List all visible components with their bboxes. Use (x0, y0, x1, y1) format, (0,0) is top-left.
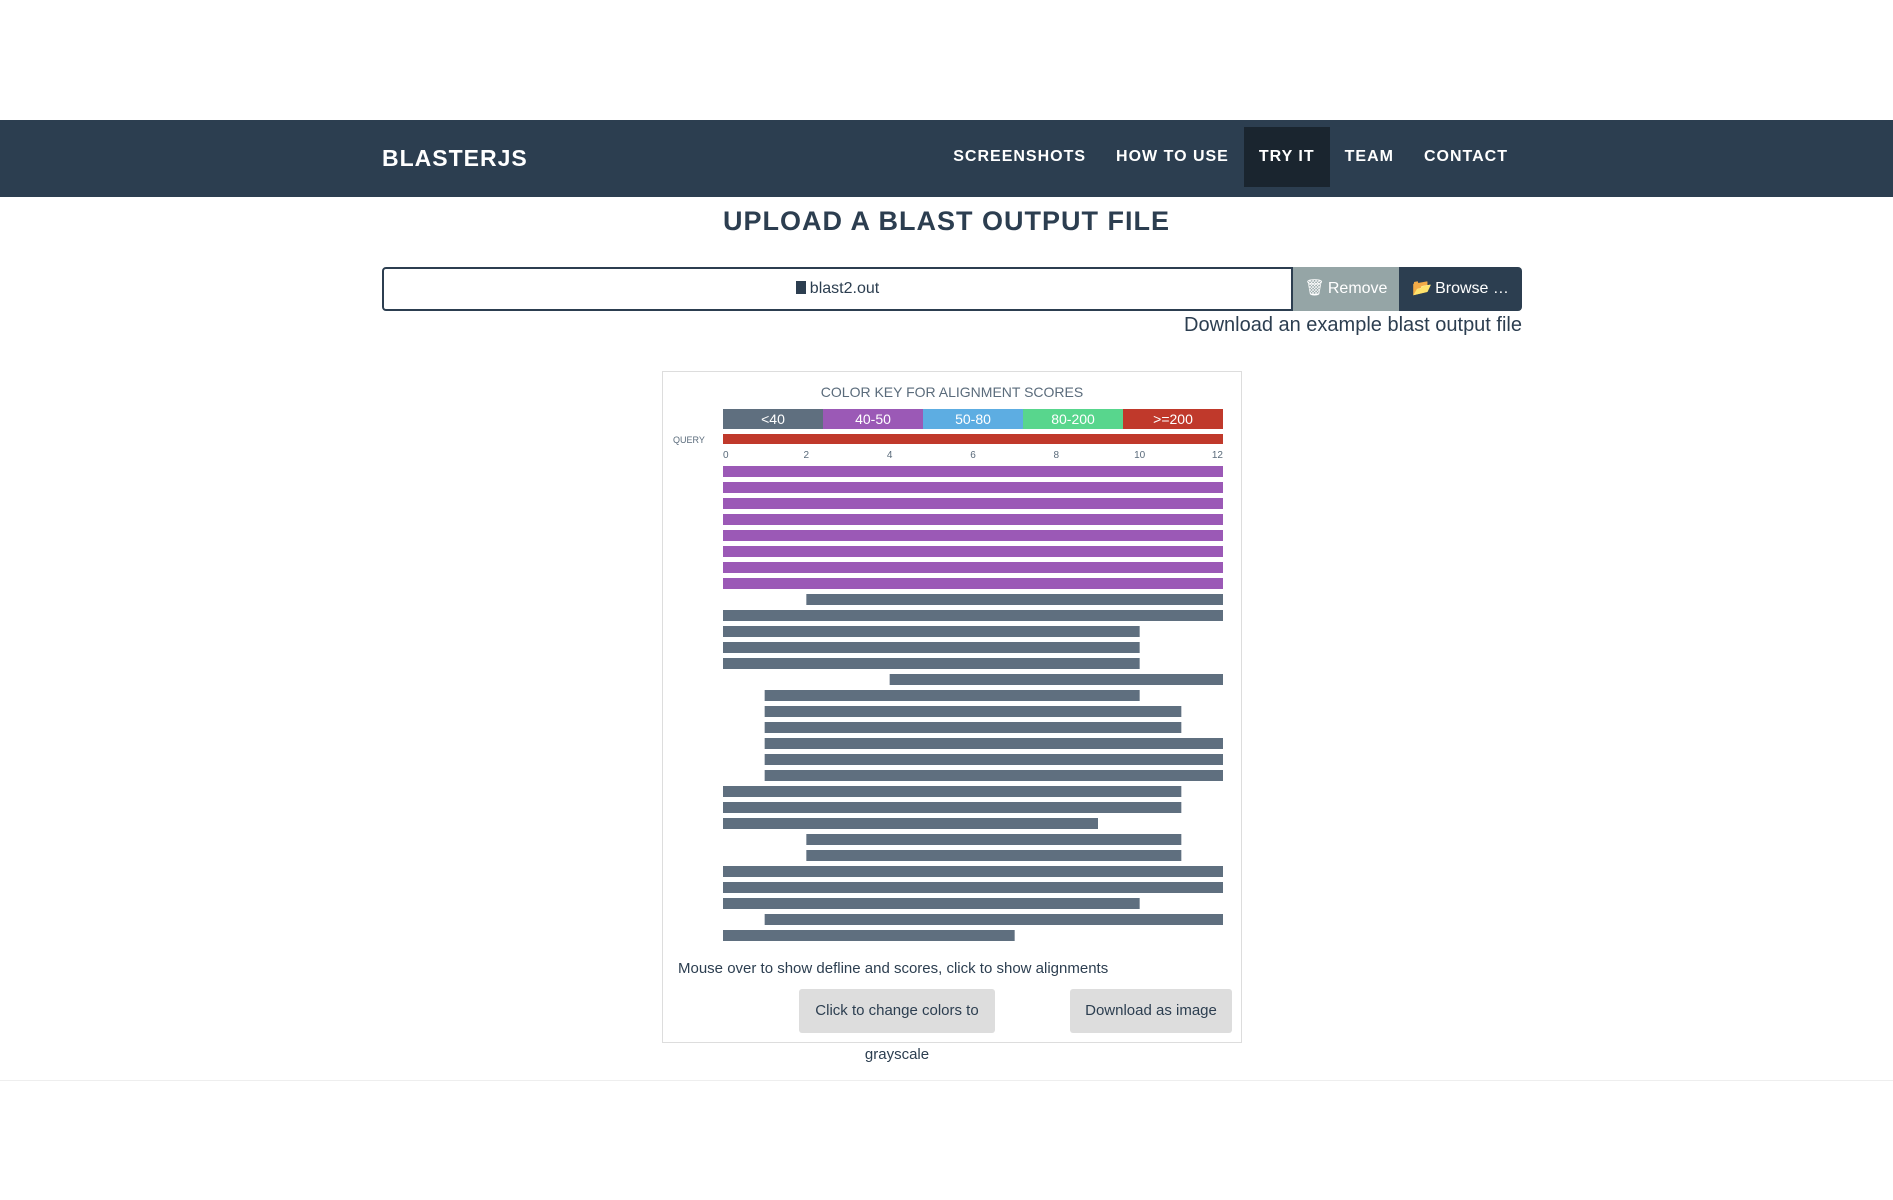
hit-bar[interactable] (723, 930, 1015, 941)
browse-button[interactable]: 📂 Browse … (1399, 267, 1522, 311)
x-tick-label: 4 (887, 450, 893, 461)
hit-bar[interactable] (723, 658, 1140, 669)
hit-bar[interactable] (723, 818, 1098, 829)
hit-bar[interactable] (723, 530, 1223, 541)
x-tick-label: 10 (1134, 450, 1146, 461)
hit-bar[interactable] (723, 626, 1140, 637)
hit-bar[interactable] (764, 722, 1182, 733)
hit-bar[interactable] (723, 802, 1182, 813)
x-tick-label: 2 (804, 450, 810, 461)
nav-contact[interactable]: CONTACT (1409, 127, 1523, 187)
hit-bar[interactable] (764, 914, 1223, 925)
nav-try-it[interactable]: TRY IT (1243, 127, 1330, 187)
file-name-field[interactable]: blast2.out (382, 267, 1293, 311)
color-key-label: >=200 (1153, 411, 1193, 427)
hit-bar[interactable] (723, 498, 1223, 509)
hit-bar[interactable] (723, 546, 1223, 557)
x-tick-label: 6 (970, 450, 976, 461)
hit-bar[interactable] (723, 562, 1223, 573)
x-tick-label: 0 (723, 450, 729, 461)
hit-bar[interactable] (806, 850, 1182, 861)
nav-how-to-use[interactable]: HOW TO USE (1101, 127, 1244, 187)
color-key-label: 50-80 (955, 411, 991, 427)
brand-logo[interactable]: BLASTERJS (382, 145, 528, 172)
hit-bar[interactable] (723, 578, 1223, 589)
hit-bar[interactable] (723, 786, 1182, 797)
alignment-chart[interactable]: COLOR KEY FOR ALIGNMENT SCORES <40 40-50 50… (663, 372, 1241, 982)
hit-bar[interactable] (806, 594, 1223, 605)
query-bar (723, 434, 1223, 444)
page-title: UPLOAD A BLAST OUTPUT FILE (723, 206, 1170, 236)
nav-team[interactable]: TEAM (1330, 127, 1409, 187)
browse-label: Browse … (1435, 280, 1509, 297)
hit-bar[interactable] (723, 642, 1140, 653)
hit-bar[interactable] (723, 466, 1223, 477)
trash-icon: 🗑 (1304, 280, 1325, 297)
nav-links: SCREENSHOTS HOW TO USE TRY IT TEAM CONTA… (938, 127, 1523, 187)
download-image-button[interactable]: Download as image (1070, 989, 1232, 1033)
download-example-link[interactable]: Download an example blast output file (1184, 314, 1522, 337)
alignment-panel: COLOR KEY FOR ALIGNMENT SCORES <40 40-50 50… (662, 371, 1242, 1063)
file-name: blast2.out (809, 280, 880, 297)
hit-bar[interactable] (764, 690, 1140, 701)
folder-open-icon: 📂 (1412, 280, 1433, 297)
hit-bar[interactable] (723, 882, 1223, 893)
hit-bar[interactable] (723, 482, 1223, 493)
navbar: BLASTERJS SCREENSHOTS HOW TO USE TRY IT … (0, 120, 1893, 197)
grayscale-button[interactable]: Click to change colors to grayscale (799, 989, 995, 1063)
hit-bar[interactable] (723, 866, 1223, 877)
hit-bar[interactable] (764, 770, 1223, 781)
file-icon (795, 281, 806, 294)
hit-bar[interactable] (723, 610, 1223, 621)
nav-screenshots[interactable]: SCREENSHOTS (938, 127, 1101, 187)
x-tick-label: 12 (1212, 450, 1224, 461)
color-key-label: <40 (761, 411, 785, 427)
hit-bar[interactable] (764, 754, 1223, 765)
remove-button[interactable]: 🗑 Remove (1293, 267, 1399, 311)
hit-bar[interactable] (806, 834, 1182, 845)
color-key-label: 80-200 (1051, 411, 1095, 427)
remove-label: Remove (1327, 280, 1388, 297)
hit-bar[interactable] (889, 674, 1223, 685)
hit-bar[interactable] (723, 514, 1223, 525)
mouse-over-hint: Mouse over to show defline and scores, c… (678, 960, 1109, 977)
color-key-title: COLOR KEY FOR ALIGNMENT SCORES (821, 384, 1083, 400)
color-key-label: 40-50 (855, 411, 891, 427)
footer-divider (0, 1080, 1893, 1081)
x-tick-label: 8 (1054, 450, 1060, 461)
hit-bar[interactable] (764, 706, 1182, 717)
query-label: QUERY (673, 435, 705, 445)
hit-bar[interactable] (764, 738, 1223, 749)
hit-bar[interactable] (723, 898, 1140, 909)
